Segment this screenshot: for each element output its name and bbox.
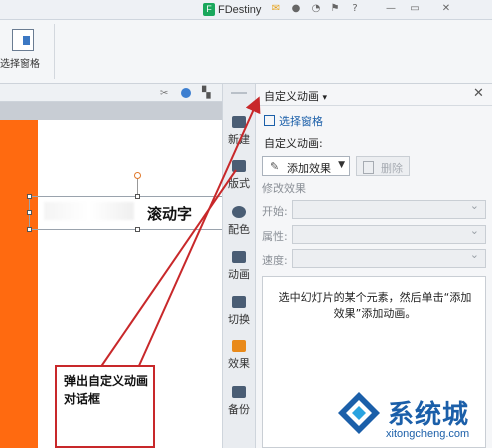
watermark-logo	[338, 392, 380, 434]
annotation-text: 弹出自定义动画对话框	[64, 374, 149, 406]
watermark-brand: 系统城	[388, 400, 470, 430]
arrow-line	[99, 169, 237, 369]
arrow-to-pane-title	[137, 96, 261, 369]
watermark-url: xitongcheng.com	[386, 428, 470, 440]
